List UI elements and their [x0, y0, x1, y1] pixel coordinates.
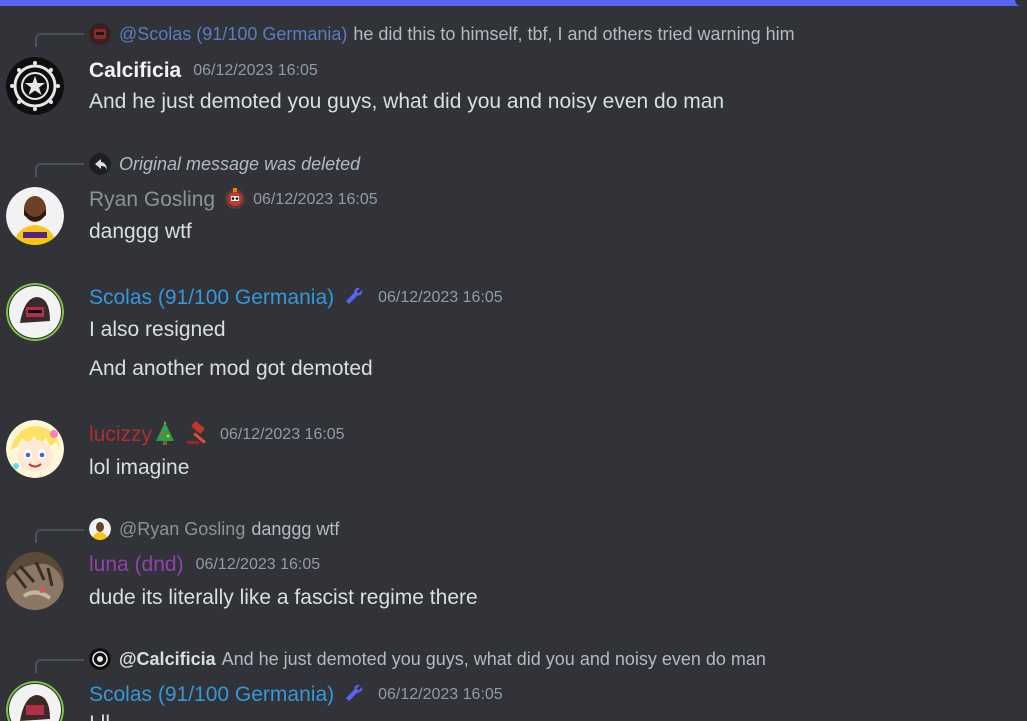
reply-avatar — [89, 23, 111, 45]
username[interactable]: lucizzy — [89, 423, 152, 447]
message-text: I ll — [89, 712, 110, 721]
reply-text: he did this to himself, tbf, I and other… — [353, 23, 795, 44]
timestamp[interactable]: 06/12/2023 16:05 — [378, 686, 503, 704]
reply-mention[interactable]: @Calcificia — [119, 649, 216, 670]
username[interactable]: luna (dnd) — [89, 553, 184, 577]
message-item[interactable]: Original message was deleted Ryan Goslin… — [0, 145, 1027, 265]
avatar[interactable] — [6, 283, 64, 341]
reply-preview[interactable]: @Scolas (91/100 Germania) he did this to… — [89, 22, 795, 46]
username[interactable]: Scolas (91/100 Germania) — [89, 286, 334, 310]
wrench-icon — [342, 681, 366, 710]
avatar[interactable] — [6, 420, 64, 478]
timestamp[interactable]: 06/12/2023 16:05 — [196, 556, 321, 574]
message-text: dude its literally like a fascist regime… — [89, 586, 478, 609]
username[interactable]: Calcificia — [89, 59, 181, 83]
reply-preview[interactable]: @Calcificia And he just demoted you guys… — [89, 647, 766, 671]
avatar[interactable] — [6, 681, 64, 721]
message-item[interactable]: @Scolas (91/100 Germania) he did this to… — [0, 0, 1027, 130]
reply-spine — [35, 33, 84, 47]
reply-spine — [35, 529, 84, 543]
message-item[interactable]: Scolas (91/100 Germania) 06/12/2023 16:0… — [0, 283, 1027, 393]
message-text: I also resigned — [89, 318, 226, 341]
wrench-icon — [342, 284, 366, 313]
timestamp[interactable]: 06/12/2023 16:05 — [253, 191, 378, 209]
message-item[interactable]: @Calcificia And he just demoted you guys… — [0, 646, 1027, 721]
christmas-tree-icon — [154, 420, 176, 450]
reply-spine — [35, 163, 84, 177]
reply-preview[interactable]: Original message was deleted — [89, 152, 360, 176]
username[interactable]: Scolas (91/100 Germania) — [89, 683, 334, 707]
timestamp[interactable]: 06/12/2023 16:05 — [193, 62, 318, 80]
reply-deleted-text: Original message was deleted — [119, 153, 361, 174]
reply-avatar — [89, 648, 111, 670]
reply-mention[interactable]: @Scolas (91/100 Germania) — [119, 24, 347, 45]
reply-preview[interactable]: @Ryan Gosling danggg wtf — [89, 517, 339, 541]
message-text: And he just demoted you guys, what did y… — [89, 90, 725, 113]
message-text: danggg wtf — [89, 220, 192, 243]
username[interactable]: Ryan Gosling — [89, 188, 215, 212]
role-emoji-icon — [223, 186, 247, 215]
timestamp[interactable]: 06/12/2023 16:05 — [220, 426, 345, 444]
avatar[interactable] — [6, 552, 64, 610]
message-text: And another mod got demoted — [89, 357, 373, 380]
reply-avatar — [89, 518, 111, 540]
timestamp[interactable]: 06/12/2023 16:05 — [378, 289, 503, 307]
reply-text: danggg wtf — [251, 518, 340, 539]
reply-mention[interactable]: @Ryan Gosling — [119, 519, 245, 540]
message-text: lol imagine — [89, 456, 190, 479]
reply-arrow-icon — [89, 153, 111, 175]
reply-spine — [35, 659, 84, 673]
message-item[interactable]: @Ryan Gosling danggg wtf luna (dnd) 06/1… — [0, 516, 1027, 626]
gavel-icon — [186, 420, 212, 450]
avatar[interactable] — [6, 187, 64, 245]
reply-text: And he just demoted you guys, what did y… — [221, 648, 766, 669]
avatar[interactable] — [6, 57, 64, 115]
message-item[interactable]: lucizzy 06/12/2023 16:05 lol imagine — [0, 420, 1027, 490]
